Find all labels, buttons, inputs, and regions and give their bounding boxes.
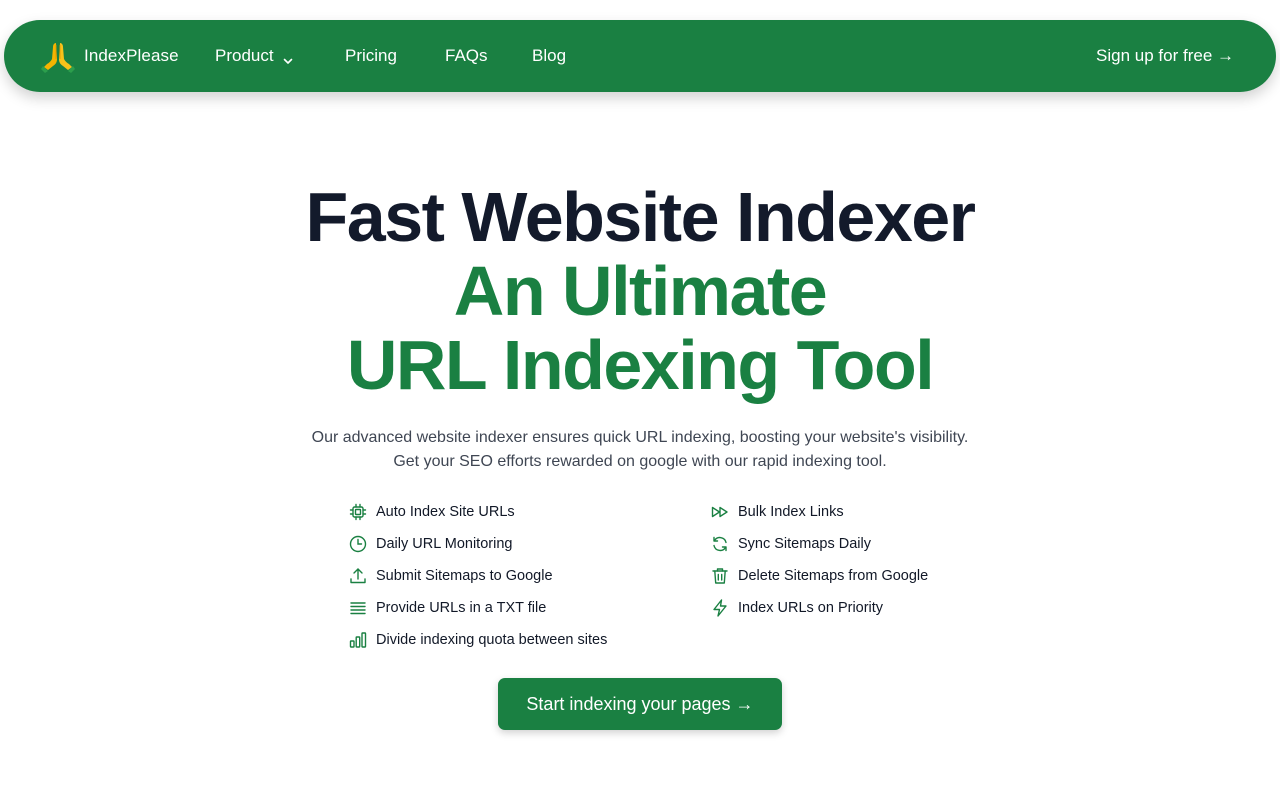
fast-forward-icon — [710, 502, 730, 522]
feature-label: Sync Sitemaps Daily — [738, 536, 871, 552]
hero-subtitle-line1: Our advanced website indexer ensures qui… — [311, 429, 969, 446]
brand-link[interactable]: IndexPlease — [38, 34, 179, 78]
feature-item: Sync Sitemaps Daily — [710, 532, 871, 556]
trash-icon — [710, 566, 730, 586]
lightning-icon — [710, 598, 730, 618]
feature-label: Auto Index Site URLs — [376, 504, 515, 520]
top-navbar: IndexPlease Product Pricing FAQs Blog Si… — [4, 20, 1276, 92]
feature-label: Bulk Index Links — [738, 504, 844, 520]
feature-label: Submit Sitemaps to Google — [376, 568, 553, 584]
feature-item: Delete Sitemaps from Google — [710, 564, 928, 588]
feature-item: Divide indexing quota between sites — [348, 628, 607, 652]
folded-hands-icon — [38, 36, 78, 76]
nav-faqs[interactable]: FAQs — [445, 44, 488, 68]
signup-button[interactable]: Sign up for free → — [1096, 44, 1234, 68]
feature-label: Divide indexing quota between sites — [376, 632, 608, 648]
chevron-down-icon — [282, 50, 294, 64]
hero-subtitle-line2: Get your SEO efforts rewarded on google … — [393, 453, 887, 470]
bar-chart-icon — [348, 630, 368, 650]
hero-title-line3: URL Indexing Tool — [346, 326, 935, 404]
feature-item: Provide URLs in a TXT file — [348, 596, 546, 620]
list-lines-icon — [348, 598, 368, 618]
nav-product-label: Product — [215, 46, 274, 65]
feature-item: Index URLs on Priority — [710, 596, 883, 620]
feature-label: Provide URLs in a TXT file — [376, 600, 547, 616]
start-indexing-button[interactable]: Start indexing your pages → — [498, 678, 782, 730]
feature-label: Delete Sitemaps from Google — [738, 568, 929, 584]
nav-blog[interactable]: Blog — [532, 44, 566, 68]
feature-item: Daily URL Monitoring — [348, 532, 512, 556]
hero-subtitle: Our advanced website indexer ensures qui… — [0, 426, 1280, 474]
brand-name: IndexPlease — [84, 46, 179, 65]
feature-item: Bulk Index Links — [710, 500, 844, 524]
feature-item: Auto Index Site URLs — [348, 500, 515, 524]
hero-title-line1: Fast Website Indexer — [305, 178, 976, 256]
feature-label: Index URLs on Priority — [738, 600, 884, 616]
clock-icon — [348, 534, 368, 554]
chip-icon — [348, 502, 368, 522]
upload-icon — [348, 566, 368, 586]
feature-list: Auto Index Site URLs Daily URL Monitorin… — [348, 500, 968, 660]
nav-pricing[interactable]: Pricing — [345, 44, 397, 68]
feature-item: Submit Sitemaps to Google — [348, 564, 553, 588]
hero-title: Fast Website Indexer An Ultimate URL Ind… — [0, 180, 1280, 402]
hero-title-line2: An Ultimate — [453, 252, 828, 330]
nav-product[interactable]: Product — [215, 44, 294, 68]
feature-label: Daily URL Monitoring — [376, 536, 513, 552]
refresh-icon — [710, 534, 730, 554]
